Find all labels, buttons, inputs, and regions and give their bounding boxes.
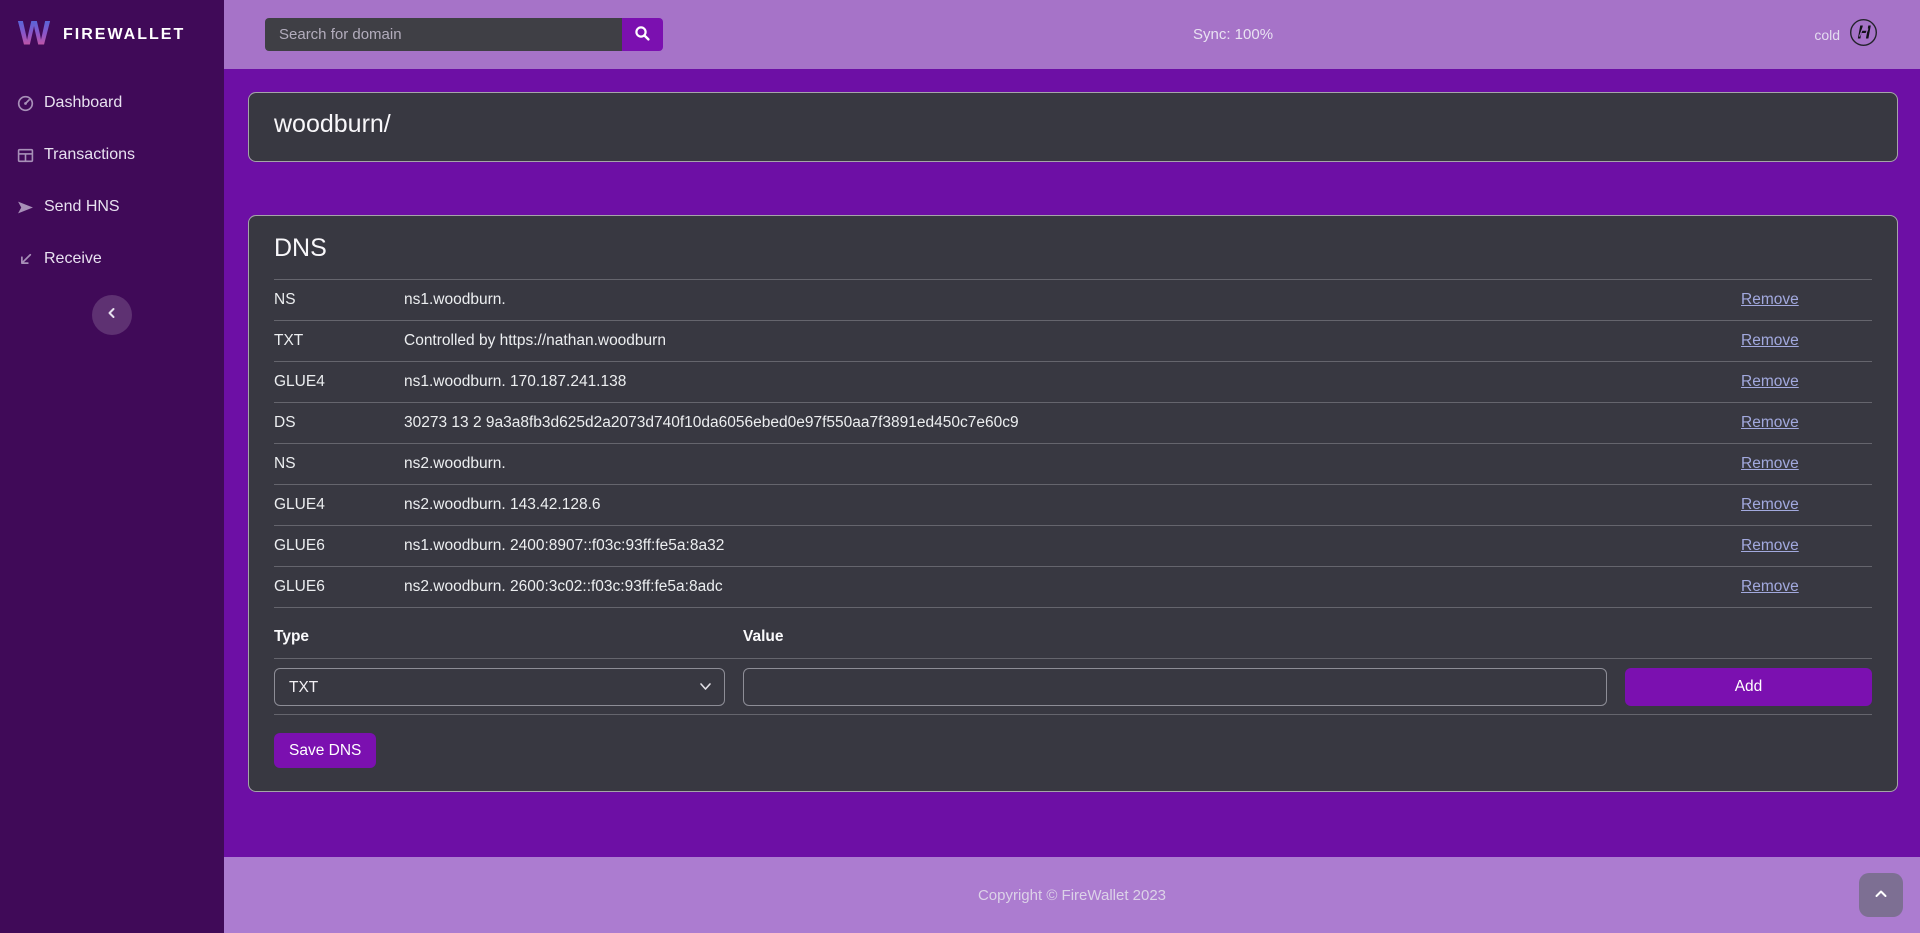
dns-card: DNS NS ns1.woodburn. Remove TXT Controll… xyxy=(248,215,1898,792)
record-value: ns2.woodburn. 143.42.128.6 xyxy=(404,496,1741,514)
table-row: TXT Controlled by https://nathan.woodbur… xyxy=(274,320,1872,361)
sidebar-collapse-button[interactable] xyxy=(92,295,132,335)
dns-records: NS ns1.woodburn. Remove TXT Controlled b… xyxy=(274,279,1872,607)
svg-text:H: H xyxy=(1858,22,1872,42)
dns-form-row: TXT Add xyxy=(274,658,1872,715)
paper-plane-icon xyxy=(17,199,34,216)
record-type: NS xyxy=(274,455,404,473)
sidebar-item-label: Send HNS xyxy=(44,198,120,216)
handshake-logo-icon[interactable]: H xyxy=(1849,18,1878,52)
value-column-header: Value xyxy=(743,628,1607,646)
dns-card-title: DNS xyxy=(274,234,1872,263)
record-value: ns2.woodburn. xyxy=(404,455,1741,473)
sidebar-item-send-hns[interactable]: Send HNS xyxy=(0,181,224,233)
record-type: GLUE4 xyxy=(274,373,404,391)
record-type-select-wrap: TXT xyxy=(274,668,725,706)
save-dns-button[interactable]: Save DNS xyxy=(274,733,376,768)
record-type: GLUE6 xyxy=(274,578,404,596)
record-value-input[interactable] xyxy=(743,668,1607,706)
record-type: NS xyxy=(274,291,404,309)
sidebar-item-transactions[interactable]: Transactions xyxy=(0,129,224,181)
remove-link[interactable]: Remove xyxy=(1741,496,1872,514)
domain-card: woodburn/ xyxy=(248,92,1898,162)
record-value: ns1.woodburn. xyxy=(404,291,1741,309)
table-row: GLUE6 ns1.woodburn. 2400:8907::f03c:93ff… xyxy=(274,525,1872,566)
record-value: ns1.woodburn. 170.187.241.138 xyxy=(404,373,1741,391)
record-type: GLUE6 xyxy=(274,537,404,555)
record-type: DS xyxy=(274,414,404,432)
remove-link[interactable]: Remove xyxy=(1741,332,1872,350)
svg-text:W: W xyxy=(18,14,51,51)
firewallet-w-logo-icon: W xyxy=(15,13,53,56)
record-type: TXT xyxy=(274,332,404,350)
table-row: DS 30273 13 2 9a3a8fb3d625d2a2073d740f10… xyxy=(274,402,1872,443)
remove-link[interactable]: Remove xyxy=(1741,373,1872,391)
table-row: NS ns2.woodburn. Remove xyxy=(274,443,1872,484)
sidebar-item-dashboard[interactable]: Dashboard xyxy=(0,77,224,129)
record-value: Controlled by https://nathan.woodburn xyxy=(404,332,1741,350)
wallet-mode-label: cold xyxy=(1814,27,1840,43)
sidebar: W FIREWALLET Dashboard xyxy=(0,0,224,933)
chevron-up-icon xyxy=(1873,886,1889,905)
search-input[interactable] xyxy=(265,18,622,51)
search-icon xyxy=(634,25,651,45)
main-content: woodburn/ DNS NS ns1.woodburn. Remove TX… xyxy=(224,69,1920,857)
record-type-select[interactable]: TXT xyxy=(274,668,725,706)
dns-form-headers: Type Value xyxy=(274,607,1872,658)
remove-link[interactable]: Remove xyxy=(1741,537,1872,555)
table-icon xyxy=(17,147,34,164)
table-row: GLUE6 ns2.woodburn. 2600:3c02::f03c:93ff… xyxy=(274,566,1872,607)
table-row: GLUE4 ns2.woodburn. 143.42.128.6 Remove xyxy=(274,484,1872,525)
page-title: woodburn/ xyxy=(274,110,1872,139)
topbar: Sync: 100% cold H xyxy=(224,0,1920,69)
sync-status: Sync: 100% xyxy=(1193,0,1273,69)
arrow-down-left-icon xyxy=(17,251,34,268)
chevron-left-icon xyxy=(105,306,119,325)
sidebar-item-label: Dashboard xyxy=(44,94,122,112)
record-value: 30273 13 2 9a3a8fb3d625d2a2073d740f10da6… xyxy=(404,414,1741,432)
remove-link[interactable]: Remove xyxy=(1741,291,1872,309)
wallet-info: cold H xyxy=(1814,0,1878,69)
type-column-header: Type xyxy=(274,628,725,646)
sidebar-item-receive[interactable]: Receive xyxy=(0,233,224,285)
remove-link[interactable]: Remove xyxy=(1741,578,1872,596)
record-value: ns2.woodburn. 2600:3c02::f03c:93ff:fe5a:… xyxy=(404,578,1741,596)
sidebar-item-label: Transactions xyxy=(44,146,135,164)
remove-link[interactable]: Remove xyxy=(1741,414,1872,432)
footer: Copyright © FireWallet 2023 xyxy=(224,857,1920,933)
tachometer-icon xyxy=(17,95,34,112)
brand[interactable]: W FIREWALLET xyxy=(0,0,224,69)
brand-name: FIREWALLET xyxy=(63,26,185,44)
sidebar-nav: Dashboard Transactions Send HNS xyxy=(0,69,224,285)
table-row: GLUE4 ns1.woodburn. 170.187.241.138 Remo… xyxy=(274,361,1872,402)
table-row: NS ns1.woodburn. Remove xyxy=(274,279,1872,320)
search-button[interactable] xyxy=(622,18,663,51)
record-type: GLUE4 xyxy=(274,496,404,514)
sidebar-item-label: Receive xyxy=(44,250,102,268)
record-value: ns1.woodburn. 2400:8907::f03c:93ff:fe5a:… xyxy=(404,537,1741,555)
scroll-to-top-button[interactable] xyxy=(1859,873,1903,917)
remove-link[interactable]: Remove xyxy=(1741,455,1872,473)
add-record-button[interactable]: Add xyxy=(1625,668,1872,706)
search-group xyxy=(265,18,663,51)
copyright-text: Copyright © FireWallet 2023 xyxy=(978,887,1166,904)
